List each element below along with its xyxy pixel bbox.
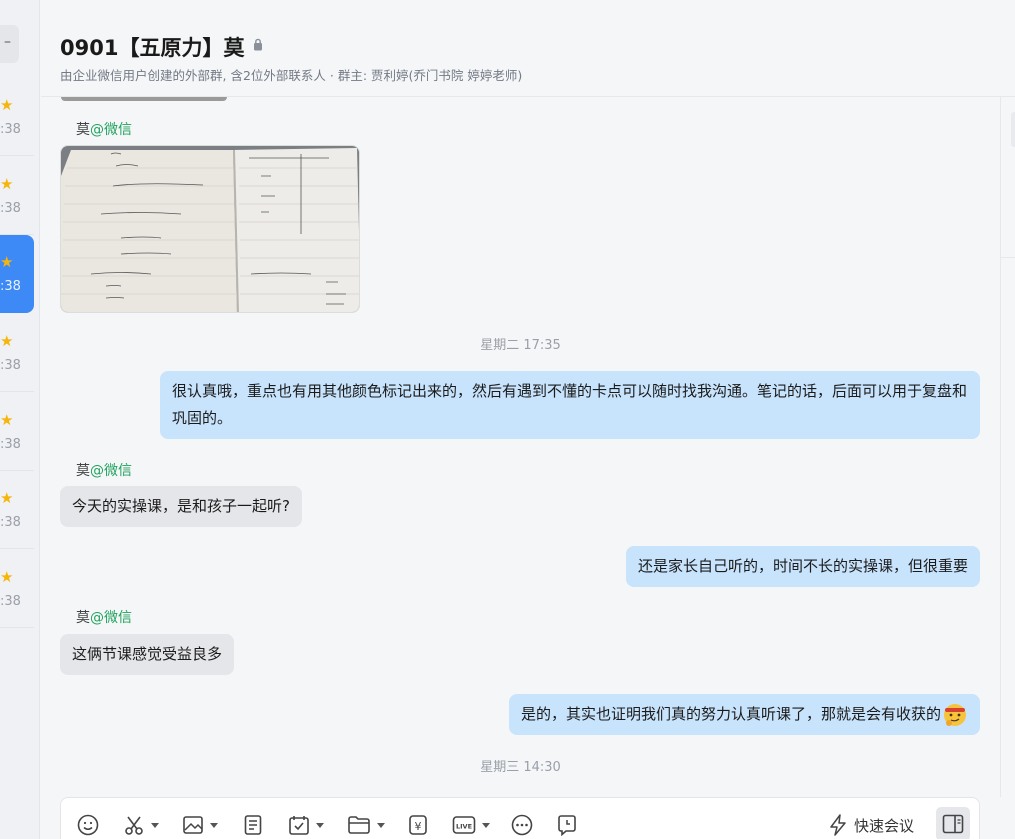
conversation-item[interactable]: ★ :38 [0,314,34,392]
image-button[interactable] [182,812,218,838]
sender-name[interactable]: 莫 [76,463,90,479]
chevron-down-icon[interactable] [151,822,159,828]
star-icon: ★ [0,489,14,507]
star-icon: ★ [0,253,14,271]
lightning-icon [830,814,846,836]
chat-subtitle: 由企业微信用户创建的外部群, 含2位外部联系人 · 群主: 贾利婷(乔门书院 婷… [60,68,523,83]
smile-icon [77,814,99,836]
conversation-time: :38 [0,515,21,530]
composer: ¥ LIVE 快速会议 [60,797,980,839]
sender-name[interactable]: 莫 [76,610,90,626]
conversation-time: :38 [0,279,21,294]
document-button[interactable] [242,812,264,838]
previous-image-message[interactable] [61,97,227,101]
star-icon: ★ [0,96,14,114]
sender-name[interactable]: 莫 [76,122,90,138]
live-button[interactable]: LIVE [452,812,490,838]
conversation-time: :38 [0,594,21,609]
document-icon [244,815,262,835]
side-panel-edge [1000,97,1015,797]
live-icon: LIVE [452,816,476,834]
red-packet-icon: ¥ [409,815,427,835]
conversation-item[interactable]: ★ :38 [0,78,34,156]
message-sender: 莫@微信 [76,119,132,139]
calendar-check-icon [289,816,309,835]
incoming-message[interactable]: 这俩节课感觉受益良多 [60,634,235,675]
thinking-emoji-icon [944,703,966,726]
sender-source: @微信 [90,610,132,626]
conversation-time: :38 [0,201,21,216]
conversation-time: :38 [0,437,21,452]
chat-history-button[interactable] [556,812,578,838]
chevron-down-icon[interactable] [377,822,385,828]
chat-history-icon [558,815,576,836]
outgoing-message[interactable]: 很认真哦，重点也有用其他颜色标记出来的，然后有遇到不懂的卡点可以随时找我沟通。笔… [160,371,980,439]
chat-header: 0901【五原力】莫 由企业微信用户创建的外部群, 含2位外部联系人 · 群主:… [41,0,1015,97]
folder-icon [348,816,370,834]
svg-text:¥: ¥ [415,820,422,833]
conversation-item[interactable]: ★ :38 [0,471,34,549]
more-icon [511,814,533,836]
quick-meeting-label: 快速会议 [854,816,915,835]
conversation-item[interactable]: ★ :38 [0,393,34,471]
message-sender: 莫@微信 [76,460,132,480]
chat-title[interactable]: 0901【五原力】莫 [60,32,244,62]
star-icon: ★ [0,411,14,429]
conversation-item[interactable]: ★ :38 [0,157,34,235]
divider [1001,257,1015,258]
screenshot-button[interactable] [123,812,159,838]
svg-text:LIVE: LIVE [456,823,472,831]
sidebar-toggle-icon [942,814,964,834]
chevron-down-icon[interactable] [482,822,490,828]
quick-meeting-button[interactable]: 快速会议 [828,812,914,838]
notebook-photo [61,146,359,312]
image-icon [183,816,203,834]
sender-source: @微信 [90,122,132,138]
collapse-button[interactable]: – [0,25,19,63]
outgoing-message[interactable]: 是的，其实也证明我们真的努力认真听课了，那就是会有收获的 [508,694,980,735]
sender-source: @微信 [90,463,132,479]
conversation-item[interactable]: ★ :38 [0,550,34,628]
conversation-time: :38 [0,122,21,137]
conversation-list: – ★ :38 ★ :38 ★ :38 ★ :38 ★ :38 ★ :38 ★ … [0,0,40,839]
more-button[interactable] [511,812,533,838]
chevron-down-icon[interactable] [210,822,218,828]
chevron-down-icon[interactable] [316,822,324,828]
lock-icon [254,38,262,51]
message-sender: 莫@微信 [76,607,132,627]
timestamp: 星期二 17:35 [480,338,561,353]
file-button[interactable] [347,812,385,838]
star-icon: ★ [0,175,14,193]
scissors-icon [125,816,143,835]
notebook-photo-message[interactable] [60,145,360,313]
payment-button[interactable]: ¥ [407,812,429,838]
side-panel-handle[interactable] [1011,112,1015,147]
schedule-button[interactable] [288,812,324,838]
side-panel-toggle-button[interactable] [936,807,970,839]
star-icon: ★ [0,332,14,350]
conversation-time: :38 [0,358,21,373]
incoming-message[interactable]: 今天的实操课，是和孩子一起听? [60,486,302,527]
emoji-button[interactable] [77,812,99,838]
outgoing-message[interactable]: 还是家长自己听的，时间不长的实操课，但很重要 [625,546,980,587]
timestamp: 星期三 14:30 [480,760,561,775]
message-list[interactable]: 莫@微信 星期二 17:35 很认真哦，重点也有用其他颜色标记出来的，然后有遇到… [41,97,1000,797]
star-icon: ★ [0,568,14,586]
collapse-icon: – [4,34,11,50]
message-text: 是的，其实也证明我们真的努力认真听课了，那就是会有收获的 [520,705,941,723]
conversation-item-active[interactable]: ★ :38 [0,235,34,313]
